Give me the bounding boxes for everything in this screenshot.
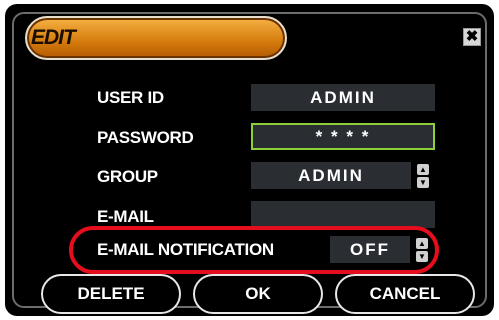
dialog-title: EDIT: [31, 26, 76, 49]
group-spinner[interactable]: ▲ ▼: [415, 162, 431, 189]
ok-button[interactable]: OK: [193, 274, 323, 314]
email-field[interactable]: [251, 201, 435, 228]
user-id-field[interactable]: ADMIN: [251, 84, 435, 111]
email-label: E-MAIL: [97, 207, 154, 226]
delete-button[interactable]: DELETE: [41, 274, 181, 314]
password-field[interactable]: * * * *: [251, 123, 435, 150]
edit-dialog: EDIT ✖ USER ID ADMIN PASSWORD * * * * GR…: [5, 4, 494, 316]
chevron-up-icon[interactable]: ▲: [417, 163, 429, 175]
password-label: PASSWORD: [97, 128, 194, 147]
cancel-button[interactable]: CANCEL: [335, 274, 475, 314]
group-label: GROUP: [97, 167, 158, 186]
chevron-down-icon[interactable]: ▼: [417, 176, 429, 188]
highlight-annotation: [69, 226, 439, 274]
group-select[interactable]: ADMIN: [251, 162, 411, 189]
close-icon[interactable]: ✖: [463, 28, 481, 46]
user-id-label: USER ID: [97, 88, 164, 107]
